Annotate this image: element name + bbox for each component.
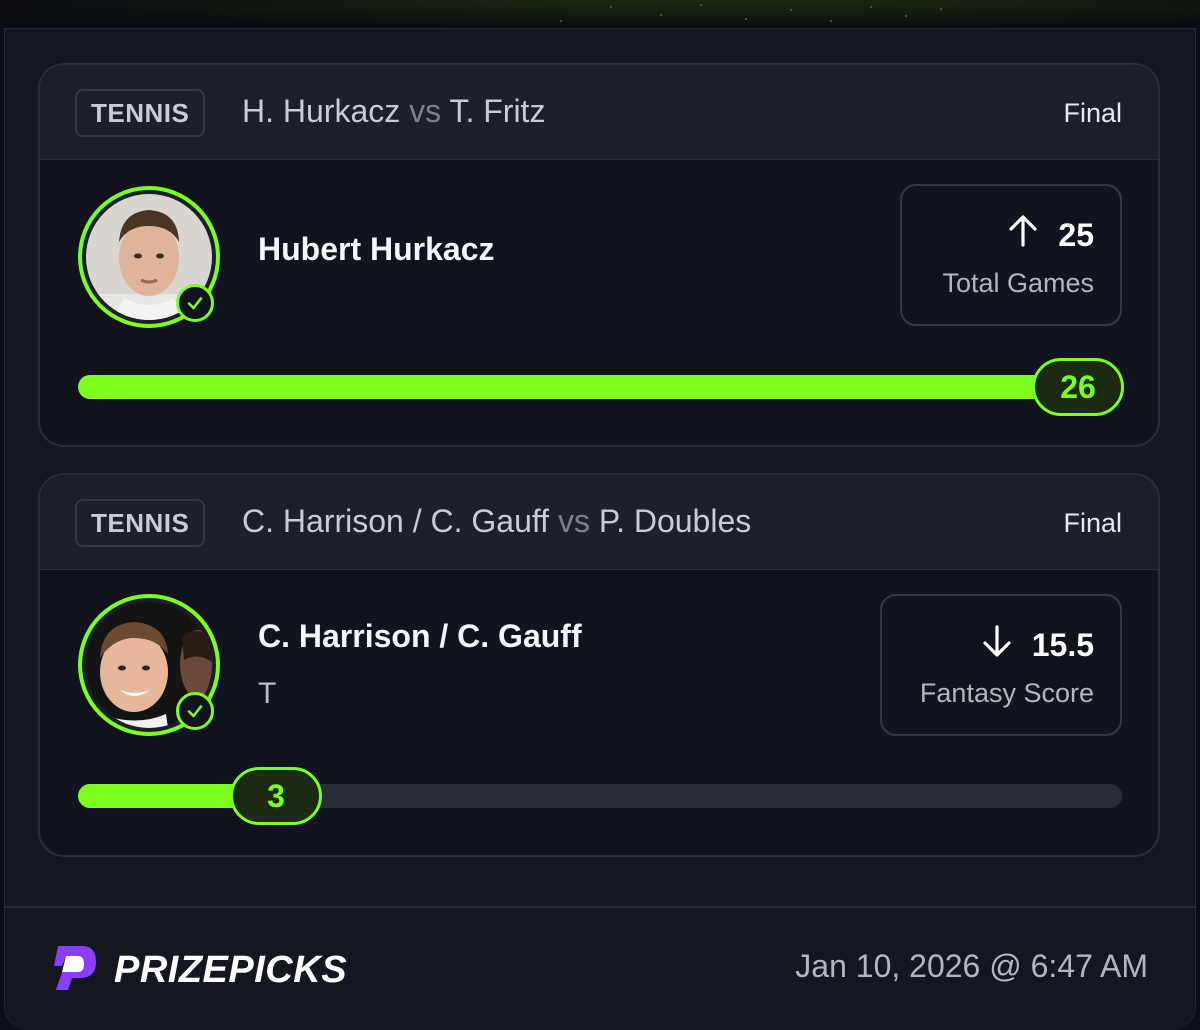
pick-card-header: TENNIS C. Harrison / C. Gauff vs P. Doub… xyxy=(40,475,1158,570)
game-status: Final xyxy=(1063,98,1122,128)
header-background xyxy=(0,0,1200,30)
line-value: 25 xyxy=(1058,216,1094,253)
check-icon xyxy=(176,692,214,730)
arrow-down-icon xyxy=(982,624,1012,666)
pick-card-header: TENNIS H. Hurkacz vs T. Fritz Final xyxy=(40,65,1158,160)
brand: PRIZEPICKS xyxy=(52,942,347,999)
arrow-up-icon xyxy=(1008,214,1038,256)
matchup-team-a: H. Hurkacz xyxy=(242,93,401,129)
matchup-team-b: T. Fritz xyxy=(449,93,546,129)
entry-timestamp: Jan 10, 2026 @ 6:47 AM xyxy=(795,948,1148,984)
player-avatar xyxy=(78,594,220,736)
game-status: Final xyxy=(1063,508,1122,538)
check-icon xyxy=(176,284,214,322)
line-value: 15.5 xyxy=(1031,626,1094,663)
brand-name: PRIZEPICKS xyxy=(114,949,348,991)
projection-line: 25 xyxy=(902,214,1094,256)
projection-box: 15.5 Fantasy Score xyxy=(880,594,1122,736)
sport-badge: TENNIS xyxy=(75,499,206,547)
pick-card[interactable]: TENNIS C. Harrison / C. Gauff vs P. Doub… xyxy=(38,473,1160,857)
matchup-vs: vs xyxy=(557,503,590,539)
sport-badge: TENNIS xyxy=(75,89,206,137)
matchup: C. Harrison / C. Gauff vs P. Doubles xyxy=(242,503,751,540)
progress-track xyxy=(78,375,1122,399)
result-pill: 26 xyxy=(1032,358,1124,416)
player-name: Hubert Hurkacz xyxy=(258,231,495,267)
result-pill: 3 xyxy=(230,767,322,825)
matchup-vs: vs xyxy=(409,93,442,129)
projection-line: 15.5 xyxy=(882,624,1094,666)
footer-divider xyxy=(4,906,1196,908)
player-name: C. Harrison / C. Gauff xyxy=(258,618,582,654)
progress-fill xyxy=(78,375,1122,399)
stat-type: Total Games xyxy=(942,268,1094,298)
matchup-team-a: C. Harrison / C. Gauff xyxy=(242,503,550,539)
pick-card[interactable]: TENNIS H. Hurkacz vs T. Fritz Final Hube… xyxy=(38,63,1160,447)
player-team: T xyxy=(258,677,277,710)
prizepicks-logo-icon xyxy=(52,942,100,999)
matchup: H. Hurkacz vs T. Fritz xyxy=(242,93,545,130)
stat-type: Fantasy Score xyxy=(919,678,1094,708)
player-avatar xyxy=(78,186,220,328)
projection-box: 25 Total Games xyxy=(900,184,1122,326)
matchup-team-b: P. Doubles xyxy=(598,503,752,539)
